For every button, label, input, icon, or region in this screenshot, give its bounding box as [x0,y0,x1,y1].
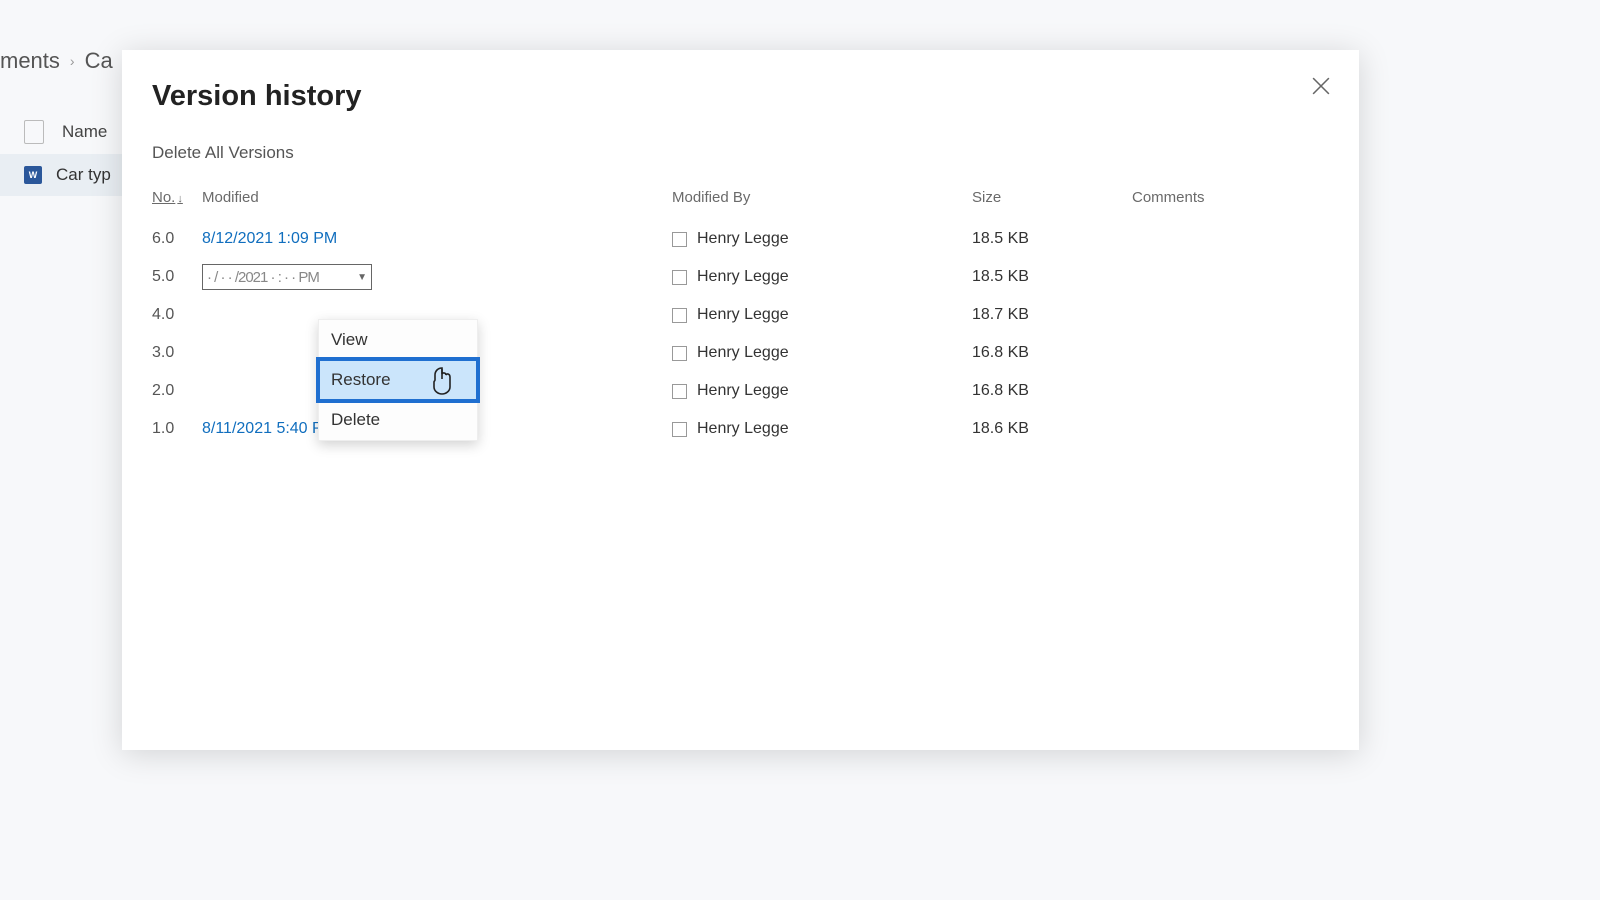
version-no: 6.0 [152,230,202,248]
breadcrumb: ments › Ca [0,48,113,74]
checkbox-icon[interactable] [672,384,687,399]
checkbox-icon[interactable] [672,308,687,323]
version-no: 3.0 [152,344,202,362]
version-modified-by: Henry Legge [672,382,972,400]
version-modified-by: Henry Legge [672,420,972,438]
version-no: 5.0 [152,268,202,286]
checkbox-icon[interactable] [672,422,687,437]
sort-desc-icon: ↓ [177,193,183,205]
version-size: 18.5 KB [972,268,1132,286]
version-no: 4.0 [152,306,202,324]
version-modified-by: Henry Legge [672,268,972,286]
file-type-icon [24,120,44,144]
dropdown-selected-text: · / · · /2021 · : · · PM [207,269,319,286]
table-header: No.↓ Modified Modified By Size Comments [152,189,1329,206]
col-no[interactable]: No.↓ [152,189,202,206]
version-modified-link[interactable]: 8/12/2021 1:09 PM [202,230,672,248]
close-button[interactable] [1303,68,1339,104]
chevron-right-icon: › [70,53,75,69]
breadcrumb-current[interactable]: Ca [85,48,113,74]
caret-down-icon: ▼ [357,272,367,283]
column-name-header[interactable]: Name [62,122,107,142]
menu-view[interactable]: View [319,320,477,360]
close-icon [1312,77,1330,95]
file-name: Car typ [56,165,111,185]
menu-delete[interactable]: Delete [319,400,477,440]
version-context-menu: View Restore Delete [318,319,478,441]
version-modified-by: Henry Legge [672,306,972,324]
table-row[interactable]: 5.0 · / · · /2021 · : · · PM ▼ Henry Leg… [152,258,1329,296]
version-size: 18.6 KB [972,420,1132,438]
version-no: 2.0 [152,382,202,400]
breadcrumb-prev[interactable]: ments [0,48,60,74]
menu-restore[interactable]: Restore [319,360,477,400]
table-row[interactable]: 6.0 8/12/2021 1:09 PM Henry Legge 18.5 K… [152,220,1329,258]
version-modified-cell: · / · · /2021 · : · · PM ▼ [202,264,672,290]
version-size: 18.7 KB [972,306,1132,324]
version-no: 1.0 [152,420,202,438]
col-comments[interactable]: Comments [1132,189,1332,206]
panel-title: Version history [152,80,1329,113]
version-history-panel: Version history Delete All Versions No.↓… [122,50,1359,750]
col-size[interactable]: Size [972,189,1132,206]
version-size: 16.8 KB [972,344,1132,362]
version-modified-by: Henry Legge [672,344,972,362]
checkbox-icon[interactable] [672,270,687,285]
version-modified-by: Henry Legge [672,230,972,248]
version-size: 18.5 KB [972,230,1132,248]
checkbox-icon[interactable] [672,232,687,247]
col-modified[interactable]: Modified [202,189,672,206]
checkbox-icon[interactable] [672,346,687,361]
version-dropdown-trigger[interactable]: · / · · /2021 · : · · PM ▼ [202,264,372,290]
word-doc-icon: W [24,166,42,184]
delete-all-versions-link[interactable]: Delete All Versions [152,143,294,163]
version-size: 16.8 KB [972,382,1132,400]
col-modified-by[interactable]: Modified By [672,189,972,206]
